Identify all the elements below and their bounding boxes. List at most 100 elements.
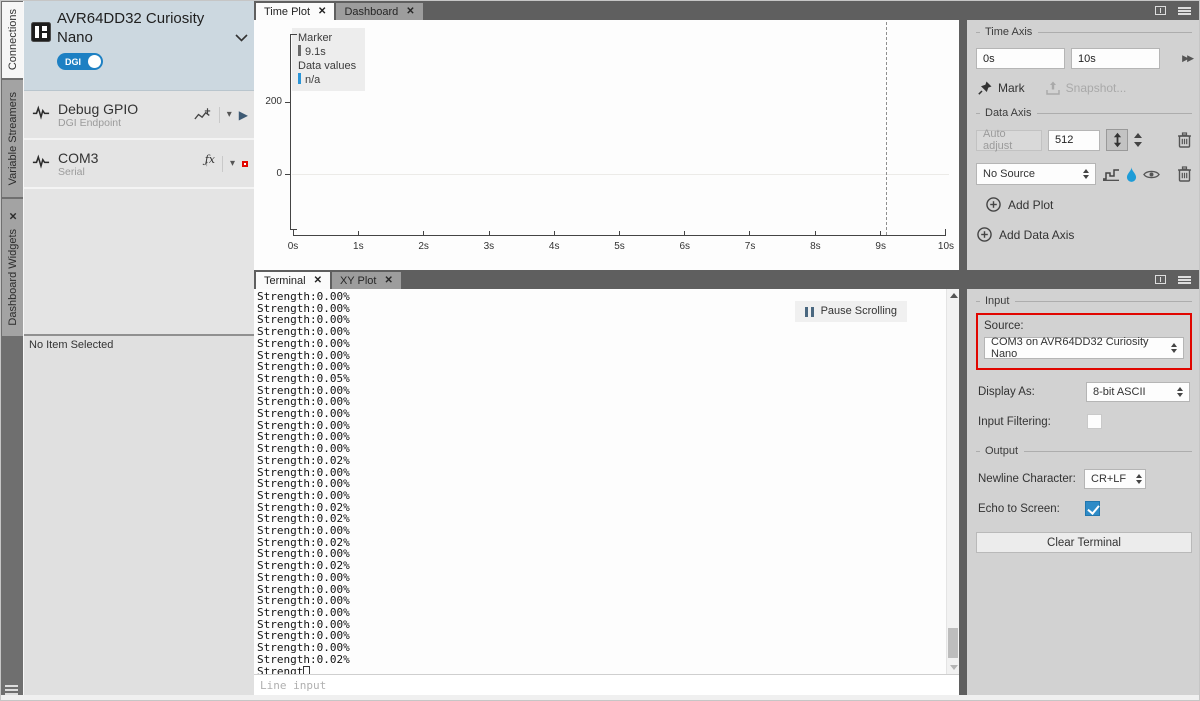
y-tick [285, 102, 291, 103]
close-icon[interactable]: ✕ [314, 275, 322, 286]
device-header[interactable]: AVR64DD32 Curiosity Nano DGI [24, 1, 254, 91]
dgi-toggle-label: DGI [57, 57, 81, 67]
axis-spinner[interactable] [1134, 133, 1142, 147]
mark-button[interactable]: Mark [978, 81, 1025, 95]
terminal-line: Strength:0.00% [257, 326, 959, 338]
y-tick-label: 0 [256, 168, 282, 179]
line-input[interactable] [254, 675, 959, 695]
tab-xy-plot[interactable]: XY Plot ✕ [332, 272, 401, 289]
terminal-line: Strength:0.02% [257, 560, 959, 572]
plot-legend: Marker 9.1s Data values n/a [292, 28, 365, 91]
tab-time-plot[interactable]: Time Plot ✕ [256, 3, 334, 20]
newline-character-label: Newline Character: [978, 473, 1076, 485]
legend-data-value: n/a [305, 74, 320, 86]
display-as-select[interactable]: 8-bit ASCII [1086, 382, 1190, 402]
echo-checkbox-checked[interactable] [1085, 501, 1100, 516]
no-item-selected-text: No Item Selected [29, 339, 113, 351]
menu-icon[interactable] [5, 685, 18, 687]
terminal-line: Strength:0.00% [257, 361, 959, 373]
menu-icon[interactable] [1178, 7, 1191, 9]
color-droplet-icon[interactable] [1126, 167, 1137, 182]
time-marker-line[interactable] [886, 22, 887, 235]
legend-data-label: Data values [298, 59, 356, 73]
add-plot-button[interactable]: Add Plot [986, 197, 1192, 212]
x-tick-labels: 0s1s2s3s4s5s6s7s8s9s10s [280, 241, 959, 252]
terminal-line: Strength:0.00% [257, 548, 959, 560]
source-select[interactable]: COM3 on AVR64DD32 Curiosity Nano [984, 337, 1184, 359]
terminal-line: Strength:0.05% [257, 373, 959, 385]
input-filtering-checkbox[interactable] [1087, 414, 1102, 429]
plot-source-select[interactable]: No Source [976, 163, 1096, 185]
stream-row-com3[interactable]: COM3 Serial ƒx↑ ▾ [24, 140, 254, 189]
clear-terminal-button[interactable]: Clear Terminal [976, 532, 1192, 553]
terminal-line: Strength:0.02% [257, 537, 959, 549]
sidebar-tab-connections[interactable]: Connections [2, 2, 23, 78]
terminal-scrollbar[interactable] [946, 289, 959, 674]
add-to-plot-icon[interactable] [194, 107, 212, 122]
sidebar-tab-variable-streamers[interactable]: Variable Streamers [2, 80, 23, 197]
dgi-toggle-knob [88, 55, 101, 68]
delete-plot-icon[interactable] [1177, 166, 1192, 182]
stop-button-highlighted[interactable] [242, 161, 248, 167]
updown-icon [1136, 474, 1142, 484]
legend-marker-label: Marker [298, 31, 356, 45]
scrollbar-thumb[interactable] [948, 628, 958, 658]
time-plot-chart[interactable]: Marker 9.1s Data values n/a 200 0 0s1s2s… [254, 20, 959, 270]
close-icon[interactable]: ✕ [318, 6, 326, 17]
axis-range-field[interactable]: 512 [1048, 130, 1100, 151]
input-group-label: Input [976, 295, 1192, 307]
chevron-down-icon[interactable] [235, 29, 248, 47]
x-tick-label: 0s [280, 241, 306, 252]
tab-terminal[interactable]: Terminal ✕ [256, 272, 330, 289]
scroll-up-icon[interactable] [950, 293, 958, 298]
x-tick-label: 10s [933, 241, 959, 252]
dock-icon[interactable] [1155, 6, 1166, 15]
x-tick-label: 8s [802, 241, 828, 252]
visibility-eye-icon[interactable] [1143, 169, 1160, 180]
plot-style-icon[interactable] [1102, 168, 1120, 181]
variable-parser-icon[interactable]: ƒx↑ [205, 160, 215, 167]
add-data-axis-button[interactable]: Add Data Axis [977, 227, 1192, 242]
close-icon[interactable]: ✕ [406, 6, 414, 17]
stream-row-debug-gpio[interactable]: Debug GPIO DGI Endpoint ▾ ▶ [24, 91, 254, 140]
connections-list: AVR64DD32 Curiosity Nano DGI Debug GPIO … [24, 1, 254, 334]
sidebar-tab-label: Connections [7, 9, 19, 70]
y-tick [285, 174, 291, 175]
terminal-line: Strength:0.00% [257, 431, 959, 443]
terminal-line: Strength:0.00% [257, 443, 959, 455]
tab-dashboard[interactable]: Dashboard ✕ [336, 3, 422, 20]
output-group-label: Output [976, 445, 1192, 457]
source-label: Source: [984, 320, 1184, 332]
menu-icon[interactable] [1178, 276, 1191, 278]
delete-axis-icon[interactable] [1177, 132, 1192, 148]
close-icon[interactable]: ✕ [384, 275, 392, 286]
scroll-down-icon[interactable] [950, 665, 958, 670]
pause-scrolling-button[interactable]: Pause Scrolling [795, 301, 907, 322]
terminal-line: Strength:0.00% [257, 642, 959, 654]
time-from-field[interactable]: 0s [976, 48, 1065, 69]
terminal-output[interactable]: Strength:0.00%Strength:0.00%Strength:0.0… [254, 289, 959, 674]
x-tick-label: 5s [606, 241, 632, 252]
sidebar-tab-label: Variable Streamers [7, 92, 19, 185]
snapshot-button[interactable]: Snapshot... [1046, 81, 1127, 95]
caret-down-icon[interactable]: ▾ [230, 158, 235, 169]
legend-marker-value: 9.1s [305, 46, 326, 58]
x-tick-label: 7s [737, 241, 763, 252]
caret-down-icon[interactable]: ▾ [227, 109, 232, 120]
play-icon[interactable]: ▶ [239, 108, 248, 122]
close-icon[interactable]: ✕ [7, 210, 18, 221]
dock-icon[interactable] [1155, 275, 1166, 284]
y-tick-label: 200 [256, 96, 282, 107]
terminal-line: Strength:0.00% [257, 584, 959, 596]
terminal-line: Strength:0.00% [257, 420, 959, 432]
fast-forward-icon[interactable]: ▶▶ [1182, 53, 1192, 64]
terminal-line: Strength:0.02% [257, 455, 959, 467]
vertical-fit-button[interactable] [1106, 129, 1128, 151]
sidebar-tab-dashboard-widgets[interactable]: Dashboard Widgets✕ [2, 199, 23, 336]
dgi-toggle[interactable]: DGI [57, 53, 103, 70]
terminal-partial-line: Strengt [257, 665, 303, 675]
time-to-field[interactable]: 10s [1071, 48, 1160, 69]
item-detail-panel: No Item Selected [24, 334, 254, 695]
terminal-line: Strength:0.00% [257, 338, 959, 350]
newline-select[interactable]: CR+LF [1084, 469, 1146, 489]
